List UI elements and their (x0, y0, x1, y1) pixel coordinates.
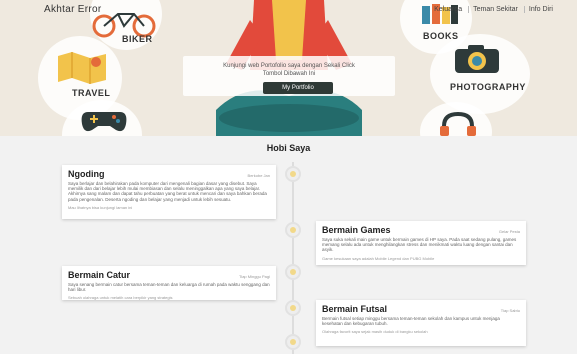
section-title: Hobi Saya (266, 143, 311, 153)
hobby-card-ngoding: Ngoding Berkobe Jan Saya berlajar dan be… (62, 165, 276, 219)
biker-label: BIKER (122, 34, 153, 44)
hobby-card-bermain-games: Bermain Games Gelar Pesta Saya suka seka… (316, 221, 526, 265)
card-footer: Mau lihatnya bisa kunjungi laman ini (68, 204, 133, 210)
site-brand[interactable]: Akhtar Error (44, 4, 102, 15)
timeline-dot-core (290, 339, 296, 345)
card-body: Saya senang bermain catur bersama teman-… (68, 282, 270, 293)
card-date: Gelar Pesta (498, 229, 520, 234)
nav-link-teman-sekitar[interactable]: Teman Sekitar (468, 5, 522, 13)
card-title: Bermain Catur (68, 270, 131, 280)
nav-link-info-diri[interactable]: Info Diri (523, 5, 557, 13)
photography-label: PHOTOGRAPHY (450, 82, 526, 92)
card-title: Bermain Games (322, 225, 391, 235)
card-title: Bermain Futsal (322, 304, 388, 314)
timeline-dot (285, 222, 301, 238)
timeline-dot-core (290, 227, 296, 233)
hobby-card-bermain-catur: Bermain Catur Tiap Minggu Pagi Saya sena… (62, 266, 276, 300)
card-title: Ngoding (68, 169, 105, 179)
card-footer: Sebuah olahraga untuk melatih cara berpi… (68, 295, 173, 301)
game-controller-icon (81, 112, 127, 132)
map-icon (58, 52, 106, 84)
headphones-icon (440, 112, 476, 136)
nav-links: Keluarga Teman Sekitar Info Diri (430, 5, 557, 13)
nav-link-keluarga[interactable]: Keluarga (430, 6, 466, 13)
top-navbar: Akhtar Error Keluarga Teman Sekitar Info… (0, 0, 577, 18)
timeline-dot (285, 166, 301, 182)
card-body: Saya suka sekali main game untuk bermain… (322, 237, 517, 253)
card-footer: Game kesukaan saya adalah Mobile Legend … (322, 255, 435, 261)
timeline-dot-core (290, 171, 296, 177)
timeline-dot (285, 334, 301, 350)
timeline-dot-core (290, 269, 296, 275)
card-date: Berkobe Jan (247, 173, 270, 178)
card-footer: Olahraga favorit saya sejak masih duduk … (322, 329, 428, 335)
portfolio-tagline: Kunjungi web Portofolio saya dengan Seka… (223, 63, 355, 77)
timeline-line (292, 162, 294, 354)
timeline-dot (285, 300, 301, 316)
card-body: Bermain futsal setiap minggu bersama tem… (322, 316, 500, 327)
travel-label: TRAVEL (72, 88, 111, 98)
timeline-dot (285, 264, 301, 280)
card-date: Tiap Sabtu (500, 308, 520, 313)
hero-banner: BIKER BOOKS TRAVEL PHOTOGRAPHY Kunjungi … (0, 0, 577, 136)
books-label: BOOKS (423, 31, 459, 41)
card-date: Tiap Minggu Pagi (239, 274, 270, 279)
hobby-card-bermain-futsal: Bermain Futsal Tiap Sabtu Bermain futsal… (316, 300, 526, 346)
card-body: Saya berlajar dan belahirakan pada kompu… (68, 181, 267, 202)
timeline-dot-core (290, 305, 296, 311)
camera-icon (455, 45, 499, 73)
my-portfolio-button[interactable]: My Portfolio (263, 82, 333, 94)
